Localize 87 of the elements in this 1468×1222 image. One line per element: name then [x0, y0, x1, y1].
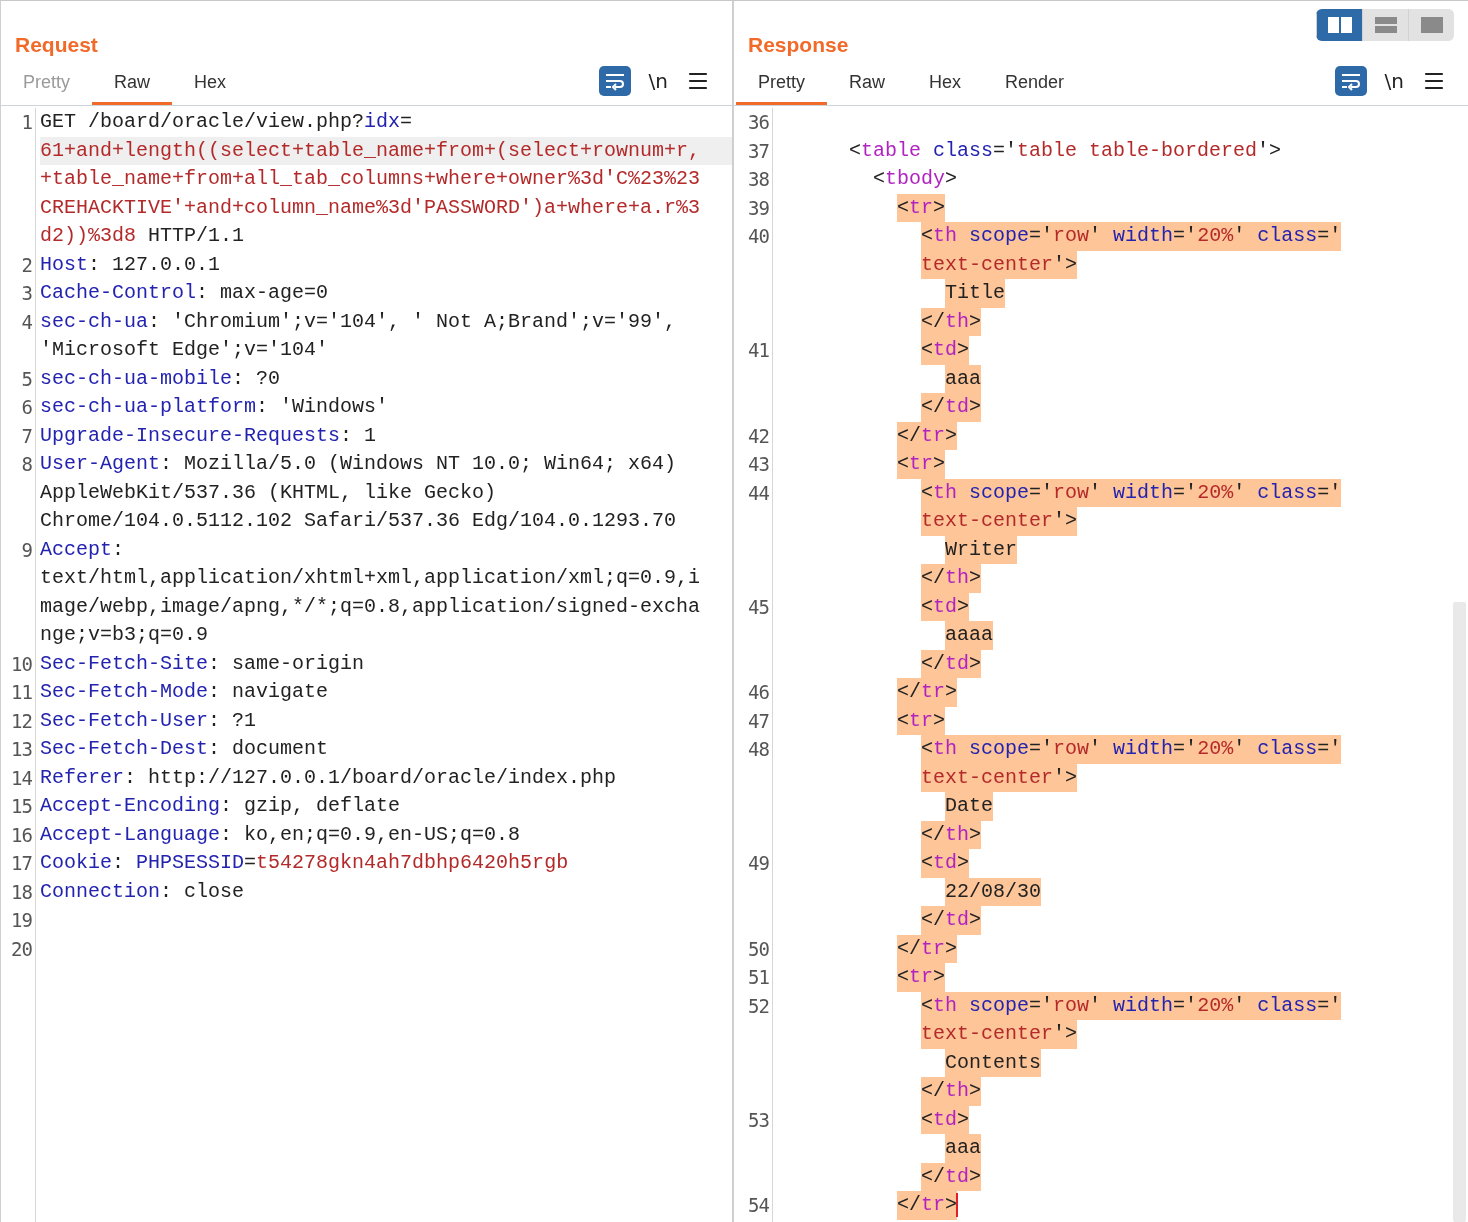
- tab[interactable]: Raw: [827, 63, 908, 105]
- line-number: 3: [20, 281, 33, 306]
- line-number: 40: [747, 224, 770, 249]
- code-line: GET /board/oracle/view.php?idx=: [40, 109, 413, 135]
- code-line: mage/webp,image/apng,*/*;q=0.8,application/signed-excha: [40, 593, 701, 620]
- line-number: 50: [747, 936, 770, 962]
- code-line: +table_name+from+all_tab_columns+where+owner%3d'C%23%23: [40, 166, 701, 192]
- line-number: 8: [20, 452, 33, 477]
- line-number: 16: [10, 822, 33, 848]
- line-number: 17: [10, 851, 33, 876]
- panel-title: Response: [748, 33, 849, 57]
- single-pane-icon: [1420, 17, 1443, 33]
- tab[interactable]: Hex: [172, 63, 249, 105]
- newline-toggle[interactable]: \n: [1380, 69, 1408, 93]
- line-number: 51: [747, 965, 770, 990]
- code-line: Sec-Fetch-Dest: document: [40, 736, 329, 762]
- tab[interactable]: Raw: [92, 63, 173, 105]
- code-line: Accept:: [40, 536, 125, 563]
- code-line: CREHACKTIVE'+and+column_name%3d'PASSWORD')a+where+a.r%3: [40, 194, 701, 221]
- tab[interactable]: Pretty: [736, 63, 827, 105]
- line-number: 54: [747, 1193, 770, 1218]
- line-number: 9: [20, 537, 33, 563]
- line-number: 7: [20, 423, 33, 449]
- code-line: Sec-Fetch-User: ?1: [40, 707, 257, 734]
- code-line: Cache-Control: max-age=0: [40, 280, 329, 306]
- wrap-toggle[interactable]: [598, 66, 631, 96]
- code-line: <table class='table table-bordered'>: [849, 137, 1282, 164]
- line-number: 18: [10, 879, 33, 905]
- code-line: Cookie: PHPSESSID=t54278gkn4ah7dbhp6420h5rgb: [40, 850, 569, 876]
- line-number: 1: [20, 110, 33, 135]
- columns-icon: [1327, 17, 1352, 33]
- code-line: <tbody>: [873, 166, 958, 192]
- line-number: 42: [747, 423, 770, 449]
- line-number: 12: [10, 708, 33, 734]
- line-number: 36: [747, 110, 770, 135]
- code-line: AppleWebKit/537.36 (KHTML, like Gecko): [40, 479, 497, 506]
- line-number: 47: [747, 708, 770, 734]
- line-number: 6: [20, 395, 33, 420]
- code-line: sec-ch-ua-mobile: ?0: [40, 365, 281, 392]
- code-line: Upgrade-Insecure-Requests: 1: [40, 422, 377, 449]
- layout-button[interactable]: [1408, 9, 1454, 41]
- panel-title: Request: [15, 33, 98, 57]
- line-number: 44: [747, 480, 770, 506]
- line-number: 38: [747, 167, 770, 192]
- line-number: 15: [10, 794, 33, 819]
- line-number: 41: [747, 338, 770, 363]
- line-number: 49: [747, 851, 770, 876]
- line-number: 52: [747, 993, 770, 1019]
- line-number: 13: [10, 737, 33, 762]
- line-number: 53: [747, 1107, 770, 1133]
- line-number: 10: [10, 651, 33, 677]
- line-number: 43: [747, 452, 770, 477]
- code-line: 'Microsoft Edge';v='104': [40, 337, 329, 363]
- line-number: 45: [747, 594, 770, 620]
- code-line: User-Agent: Mozilla/5.0 (Windows NT 10.0; Win64; x64): [40, 451, 677, 477]
- layout-button[interactable]: [1316, 9, 1362, 41]
- code-line: Sec-Fetch-Site: same-origin: [40, 650, 365, 677]
- code-line: Host: 127.0.0.1: [40, 251, 221, 278]
- line-number: 2: [20, 252, 33, 278]
- line-number: 11: [10, 680, 33, 705]
- code-line: Chrome/104.0.5112.102 Safari/537.36 Edg/104.0.1293.70: [40, 508, 677, 534]
- wrap-icon: [603, 71, 626, 91]
- newline-toggle[interactable]: \n: [644, 69, 672, 93]
- line-number: 48: [747, 737, 770, 762]
- code-line: text/html,application/xhtml+xml,application/xml;q=0.9,i: [40, 565, 701, 591]
- rows-icon: [1374, 17, 1397, 33]
- code-line: sec-ch-ua: 'Chromium';v='104', ' Not A;Brand';v='99',: [40, 308, 677, 335]
- code-line: Sec-Fetch-Mode: navigate: [40, 679, 329, 705]
- tab[interactable]: Render: [983, 63, 1087, 105]
- wrap-icon: [1339, 71, 1362, 91]
- line-number: 5: [20, 366, 33, 392]
- line-number: 37: [747, 138, 770, 164]
- line-number: 14: [10, 765, 33, 791]
- line-number: 4: [20, 309, 33, 335]
- line-number: 46: [747, 680, 770, 705]
- code-line: Accept-Encoding: gzip, deflate: [40, 793, 401, 819]
- line-number: 20: [10, 936, 33, 962]
- code-line: nge;v=b3;q=0.9: [40, 622, 209, 648]
- line-number: 39: [747, 195, 770, 221]
- code-line: Referer: http://127.0.0.1/board/oracle/index.php: [40, 764, 617, 791]
- line-number: 19: [10, 908, 33, 933]
- code-line: Accept-Language: ko,en;q=0.9,en-US;q=0.8: [40, 821, 521, 848]
- code-line: sec-ch-ua-platform: 'Windows': [40, 394, 389, 420]
- code-line: d2))%3d8 HTTP/1.1: [40, 223, 245, 249]
- wrap-toggle[interactable]: [1334, 66, 1367, 96]
- code-line: Connection: close: [40, 878, 245, 905]
- tab[interactable]: Hex: [907, 63, 984, 105]
